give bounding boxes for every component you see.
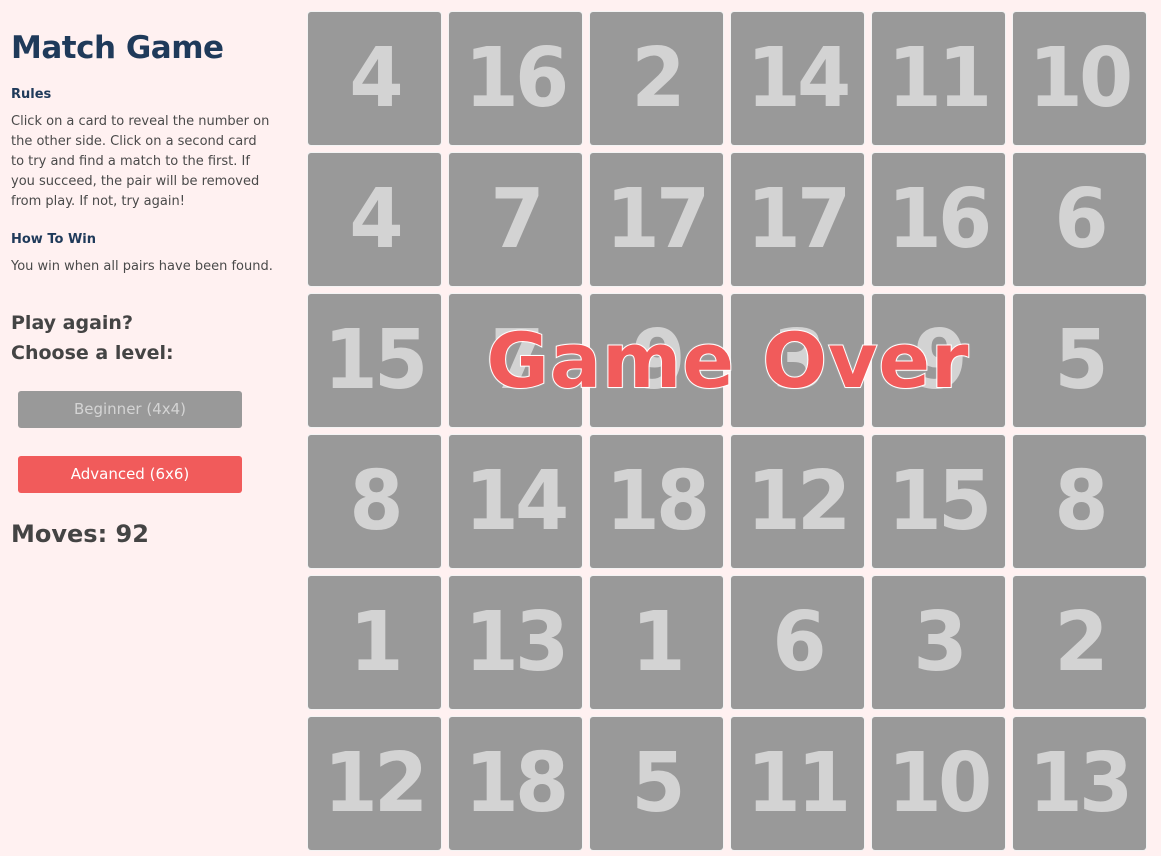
card-number: 7 — [490, 171, 544, 267]
card[interactable]: 12 — [731, 435, 864, 568]
play-again-prompt: Play again? Choose a level: — [11, 308, 174, 368]
card[interactable]: 11 — [731, 717, 864, 850]
card[interactable]: 15 — [872, 435, 1005, 568]
choose-level-line: Choose a level: — [11, 342, 174, 364]
card[interactable]: 8 — [1013, 435, 1146, 568]
card[interactable]: 12 — [308, 717, 441, 850]
card-number: 9 — [913, 312, 967, 408]
card-number: 2 — [631, 30, 685, 126]
card[interactable]: 10 — [1013, 12, 1146, 145]
card[interactable]: 17 — [731, 153, 864, 286]
rules-text: Click on a card to reveal the number on … — [11, 114, 270, 209]
card[interactable]: 1 — [308, 576, 441, 709]
how-to-win-heading: How To Win — [11, 232, 96, 247]
card[interactable]: 4 — [308, 12, 441, 145]
card-number: 1 — [349, 594, 403, 690]
advanced-level-button[interactable]: Advanced (6x6) — [18, 456, 242, 493]
card[interactable]: 10 — [872, 717, 1005, 850]
card-number: 16 — [888, 171, 993, 267]
card-number: 5 — [1054, 312, 1108, 408]
card-number: 8 — [349, 453, 403, 549]
card-number: 9 — [631, 312, 685, 408]
rules-heading: Rules — [11, 87, 52, 102]
card-number: 3 — [913, 594, 967, 690]
card[interactable]: 5 — [1013, 294, 1146, 427]
card[interactable]: 2 — [590, 12, 723, 145]
card-number: 14 — [465, 453, 570, 549]
card-board: 4 16 2 14 11 10 4 7 17 17 16 6 15 7 9 3 9 5 8 14 18 12 15 8 1 13 1… — [305, 9, 1151, 855]
card[interactable]: 3 — [731, 294, 864, 427]
card-number: 10 — [1029, 30, 1134, 126]
card-number: 7 — [490, 312, 544, 408]
card[interactable]: 7 — [449, 153, 582, 286]
card-number: 12 — [747, 453, 852, 549]
card[interactable]: 9 — [872, 294, 1005, 427]
card[interactable]: 5 — [590, 717, 723, 850]
card-number: 17 — [606, 171, 711, 267]
play-again-line: Play again? — [11, 312, 133, 334]
card[interactable]: 4 — [308, 153, 441, 286]
sidebar: Match Game Rules Click on a card to reve… — [0, 0, 300, 856]
card-number: 16 — [465, 30, 570, 126]
card[interactable]: 14 — [731, 12, 864, 145]
card-number: 18 — [465, 735, 570, 831]
card[interactable]: 7 — [449, 294, 582, 427]
card-number: 5 — [631, 735, 685, 831]
card[interactable]: 11 — [872, 12, 1005, 145]
card-number: 4 — [349, 171, 403, 267]
card[interactable]: 13 — [449, 576, 582, 709]
page-title: Match Game — [11, 30, 224, 66]
card-number: 12 — [324, 735, 429, 831]
card-number: 1 — [631, 594, 685, 690]
card[interactable]: 16 — [449, 12, 582, 145]
card-number: 14 — [747, 30, 852, 126]
card-number: 10 — [888, 735, 993, 831]
card[interactable]: 14 — [449, 435, 582, 568]
card-number: 18 — [606, 453, 711, 549]
beginner-level-button[interactable]: Beginner (4x4) — [18, 391, 242, 428]
card[interactable]: 15 — [308, 294, 441, 427]
card[interactable]: 6 — [731, 576, 864, 709]
card[interactable]: 6 — [1013, 153, 1146, 286]
card-number: 15 — [888, 453, 993, 549]
card-number: 11 — [888, 30, 993, 126]
card-number: 17 — [747, 171, 852, 267]
card[interactable]: 18 — [590, 435, 723, 568]
card[interactable]: 18 — [449, 717, 582, 850]
card-number: 15 — [324, 312, 429, 408]
card-number: 4 — [349, 30, 403, 126]
card-number: 13 — [465, 594, 570, 690]
card[interactable]: 9 — [590, 294, 723, 427]
card[interactable]: 8 — [308, 435, 441, 568]
card-number: 8 — [1054, 453, 1108, 549]
card-number: 6 — [772, 594, 826, 690]
card[interactable]: 17 — [590, 153, 723, 286]
how-to-win-text: You win when all pairs have been found. — [11, 259, 273, 274]
moves-counter: Moves: 92 — [11, 520, 149, 548]
card[interactable]: 3 — [872, 576, 1005, 709]
card-number: 2 — [1054, 594, 1108, 690]
card-number: 3 — [772, 312, 826, 408]
card[interactable]: 13 — [1013, 717, 1146, 850]
card-number: 6 — [1054, 171, 1108, 267]
card[interactable]: 1 — [590, 576, 723, 709]
card[interactable]: 2 — [1013, 576, 1146, 709]
card-number: 13 — [1029, 735, 1134, 831]
card[interactable]: 16 — [872, 153, 1005, 286]
card-number: 11 — [747, 735, 852, 831]
